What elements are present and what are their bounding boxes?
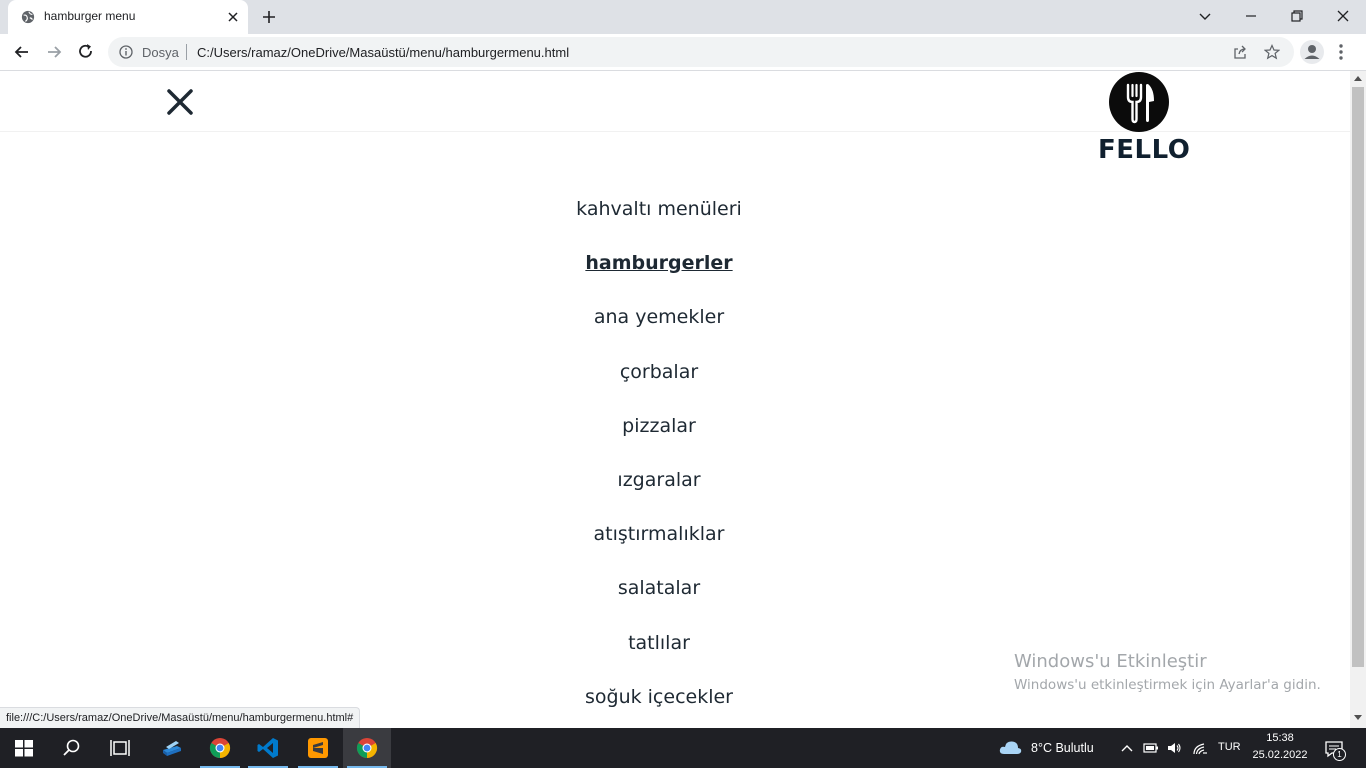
volume-icon[interactable] [1166,740,1182,756]
browser-toolbar: Dosya C:/Users/ramaz/OneDrive/Masaüstü/m… [0,34,1366,71]
restore-icon[interactable] [1287,6,1307,26]
menu-item: atıştırmalıklar [0,518,1318,572]
taskbar-app-files[interactable] [148,728,196,768]
bookmark-star-icon[interactable] [1264,44,1280,60]
tab-close-icon[interactable] [226,10,240,24]
share-icon[interactable] [1232,44,1248,60]
nav-menu: kahvaltı menüleri hamburgerler ana yemek… [0,193,1318,728]
window-close-icon[interactable] [1333,6,1353,26]
menu-item: kahvaltı menüleri [0,193,1318,247]
weather-text[interactable]: 8°C Bulutlu [1031,741,1094,755]
address-bar[interactable]: Dosya C:/Users/ramaz/OneDrive/Masaüstü/m… [108,37,1294,67]
chrome-icon [209,738,231,759]
start-button[interactable] [0,728,48,768]
clock-time[interactable]: 15:38 [1252,732,1308,744]
new-tab-icon[interactable] [261,9,277,25]
more-menu-icon[interactable] [1338,43,1344,61]
menu-item: ana yemekler [0,301,1318,355]
network-icon[interactable] [1192,740,1208,756]
tab-title: hamburger menu [44,9,136,23]
info-icon[interactable] [119,45,133,59]
menu-item: salatalar [0,572,1318,626]
scroll-up-icon[interactable] [1354,75,1362,81]
taskbar-app-sublime[interactable] [294,728,342,768]
menu-link-kahvalti[interactable]: kahvaltı menüleri [576,198,742,220]
input-language[interactable]: TUR [1218,741,1241,753]
menu-link-izgaralar[interactable]: ızgaralar [617,469,700,491]
clock-date[interactable]: 25.02.2022 [1252,749,1308,761]
battery-icon[interactable] [1143,740,1159,756]
taskbar-app-chrome-active[interactable] [343,728,391,768]
activation-watermark-title: Windows'u Etkinleştir [1014,651,1207,672]
taskbar-app-vscode[interactable] [244,728,292,768]
reload-icon[interactable] [76,42,96,62]
menu-link-tatlilar[interactable]: tatlılar [628,632,690,654]
page-scrollbar[interactable] [1350,71,1366,728]
menu-link-ana-yemekler[interactable]: ana yemekler [594,306,724,328]
browser-tab[interactable]: hamburger menu [8,0,248,34]
menu-item: hamburgerler [0,247,1318,301]
menu-link-salatalar[interactable]: salatalar [618,577,700,599]
notification-badge: 1 [1333,748,1346,761]
menu-item: çorbalar [0,356,1318,410]
windows-logo-icon [15,740,33,757]
forward-arrow-icon[interactable] [44,42,64,62]
scheme-label: Dosya [142,45,179,60]
globe-icon [21,10,35,24]
menu-link-atistirmaliklar[interactable]: atıştırmalıklar [594,523,725,545]
address-separator [186,44,187,60]
menu-item: ızgaralar [0,464,1318,518]
logo-text[interactable]: FELLO [1098,135,1190,165]
scroll-thumb[interactable] [1352,87,1364,667]
sublime-text-icon [308,738,328,758]
status-bar-url: file:///C:/Users/ramaz/OneDrive/Masaüstü… [0,707,361,728]
search-icon [63,739,80,756]
task-view-icon [110,740,130,756]
chevron-up-icon[interactable] [1119,740,1135,756]
fork-knife-icon[interactable] [1108,71,1170,133]
tab-search-chevron-icon[interactable] [1195,6,1215,26]
cloud-weather-icon[interactable] [998,737,1022,757]
menu-link-hamburgerler[interactable]: hamburgerler [585,252,732,274]
scroll-down-icon[interactable] [1354,715,1362,721]
taskbar-app-chrome[interactable] [196,728,244,768]
url-text[interactable]: C:/Users/ramaz/OneDrive/Masaüstü/menu/ha… [197,45,569,60]
page-viewport: FELLO kahvaltı menüleri hamburgerler ana… [0,71,1350,728]
tab-strip: hamburger menu [0,0,1366,34]
profile-avatar[interactable] [1300,40,1324,64]
menu-item: pizzalar [0,410,1318,464]
chrome-icon [356,738,378,759]
windows-taskbar: 8°C Bulutlu TUR 15:38 25.02.2022 1 [0,728,1366,768]
person-icon [1304,45,1320,59]
task-view-button[interactable] [96,728,144,768]
menu-link-soguk-icecekler[interactable]: soğuk içecekler [585,686,733,708]
activation-watermark-subtitle: Windows'u etkinleştirmek için Ayarlar'a … [1014,677,1321,693]
menu-link-pizzalar[interactable]: pizzalar [622,415,696,437]
file-explorer-icon [163,741,181,756]
back-arrow-icon[interactable] [12,42,32,62]
search-button[interactable] [48,728,96,768]
vscode-icon [257,738,278,758]
menu-link-corbalar[interactable]: çorbalar [620,361,698,383]
minimize-icon[interactable] [1241,6,1261,26]
close-x-icon[interactable] [166,88,194,116]
